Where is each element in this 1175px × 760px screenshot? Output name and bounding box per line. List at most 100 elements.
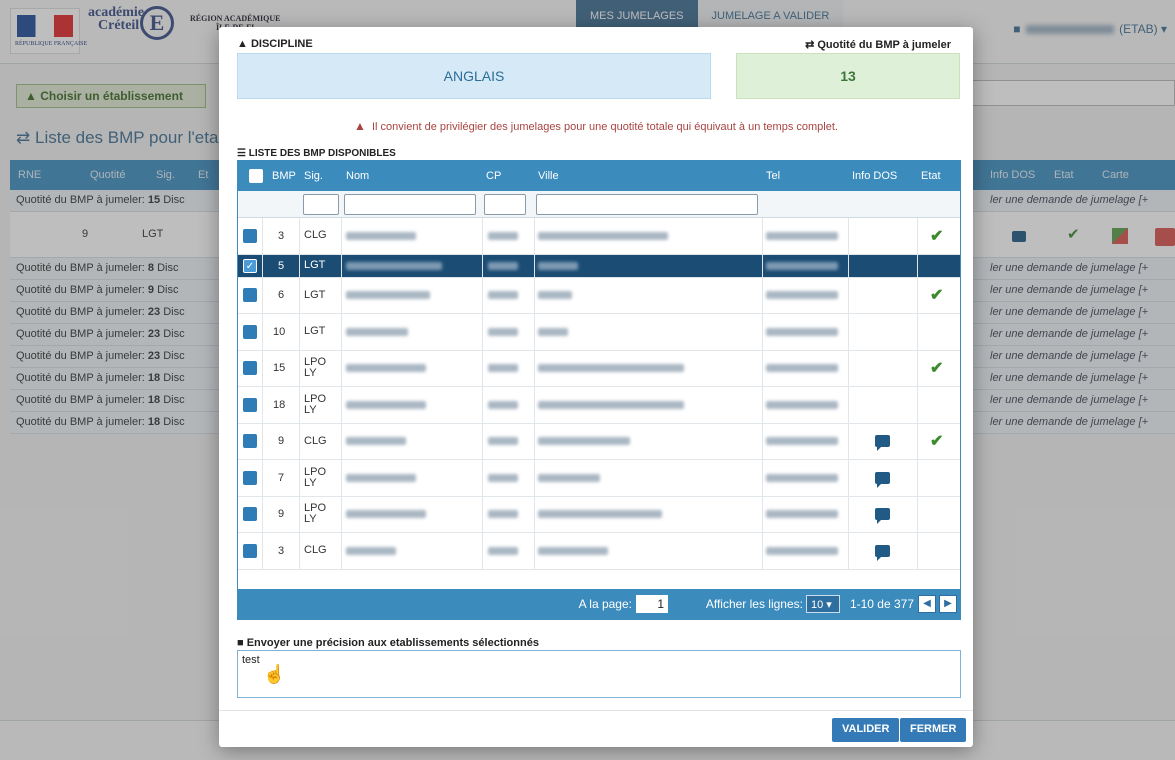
precision-textarea[interactable]: test — [237, 650, 961, 698]
rows-per-page-select[interactable]: 10 ▾ — [806, 595, 840, 613]
col-cp[interactable]: CP — [486, 170, 501, 182]
sig-cell: LPO LY — [304, 502, 327, 526]
nom-filter-input[interactable] — [344, 194, 476, 215]
cp-cell — [488, 497, 518, 533]
column-divider — [762, 533, 763, 569]
page-input[interactable]: 1 — [636, 595, 668, 613]
discipline-label: ▲ DISCIPLINE — [237, 38, 313, 50]
redacted-text — [538, 261, 578, 270]
column-divider — [299, 423, 300, 459]
sig-cell: LGT — [304, 325, 326, 338]
redacted-text — [538, 291, 572, 300]
redacted-text — [766, 291, 838, 300]
prev-page-button[interactable]: ◀ — [918, 595, 936, 613]
column-divider — [848, 218, 849, 254]
row-checkbox[interactable] — [243, 288, 257, 303]
col-tel[interactable]: Tel — [766, 170, 780, 182]
redacted-text — [766, 473, 838, 482]
chat-icon[interactable] — [875, 471, 890, 488]
ville-filter-input[interactable] — [536, 194, 758, 215]
column-divider — [534, 350, 535, 386]
redacted-text — [488, 473, 518, 482]
column-divider — [262, 533, 263, 569]
column-divider — [534, 314, 535, 350]
validate-button[interactable]: VALIDER — [832, 718, 900, 742]
checkbox-cell[interactable] — [243, 533, 257, 569]
next-page-button[interactable]: ▶ — [939, 595, 957, 613]
checkbox-cell[interactable] — [243, 351, 257, 387]
graduation-cap-icon: ▲ — [237, 38, 248, 50]
info-dos-cell[interactable] — [875, 497, 890, 533]
column-divider — [482, 218, 483, 254]
bmp-grid: BMP Sig. Nom CP Ville Tel Info DOS Etat … — [237, 160, 961, 620]
grid-filter-row — [238, 191, 960, 218]
bmp-row[interactable]: 9 CLG ✔ — [238, 423, 960, 460]
redacted-text — [488, 437, 518, 446]
column-divider — [848, 254, 849, 277]
bmp-row[interactable]: 15 LPO LY ✔ — [238, 350, 960, 387]
bmp-row[interactable]: 7 LPO LY — [238, 460, 960, 497]
checkbox-cell[interactable] — [243, 424, 257, 460]
checkbox-cell[interactable] — [243, 497, 257, 533]
bmp-row[interactable]: 3 CLG — [238, 533, 960, 570]
hand-pointer-cursor: ☝ — [263, 664, 286, 684]
bmp-cell: 9 — [278, 508, 285, 521]
info-dos-cell[interactable] — [875, 460, 890, 496]
bmp-row[interactable]: ✓ 5 LGT — [238, 254, 960, 278]
bmp-cell: 10 — [273, 325, 286, 338]
checkbox-cell[interactable] — [243, 314, 257, 350]
nom-cell — [346, 460, 416, 496]
row-checkbox[interactable] — [243, 397, 257, 412]
select-all-checkbox[interactable] — [249, 169, 263, 183]
redacted-text — [538, 231, 668, 240]
col-info-dos[interactable]: Info DOS — [852, 170, 897, 182]
sig-filter-input[interactable] — [303, 194, 339, 215]
row-checkbox[interactable] — [243, 324, 257, 339]
redacted-text — [346, 510, 426, 519]
col-ville[interactable]: Ville — [538, 170, 559, 182]
info-dos-cell[interactable] — [875, 424, 890, 460]
col-sig[interactable]: Sig. — [304, 170, 323, 182]
col-bmp[interactable]: BMP — [272, 170, 296, 182]
etat-cell: ✔ — [930, 424, 943, 460]
checkbox-cell[interactable] — [243, 460, 257, 496]
row-checkbox[interactable] — [243, 228, 257, 243]
chat-icon[interactable] — [875, 435, 890, 452]
etat-cell: ✔ — [930, 351, 943, 387]
close-button[interactable]: FERMER — [900, 718, 967, 742]
chat-icon[interactable] — [875, 508, 890, 525]
bmp-row[interactable]: 6 LGT ✔ — [238, 277, 960, 314]
row-checkbox[interactable] — [243, 434, 257, 449]
bmp-row[interactable]: 3 CLG ✔ — [238, 218, 960, 255]
bmp-row[interactable]: 9 LPO LY — [238, 496, 960, 533]
column-divider — [917, 218, 918, 254]
cp-filter-input[interactable] — [484, 194, 526, 215]
checkbox-cell[interactable] — [243, 387, 257, 423]
sig-cell: CLG — [304, 229, 327, 242]
column-divider — [917, 254, 918, 277]
checkbox-cell[interactable] — [243, 218, 257, 254]
nom-cell — [346, 351, 426, 387]
row-checkbox[interactable]: ✓ — [243, 258, 257, 273]
row-checkbox[interactable] — [243, 507, 257, 522]
bmp-cell: 5 — [278, 259, 285, 272]
bmp-row[interactable]: 10 LGT — [238, 314, 960, 351]
column-divider — [262, 350, 263, 386]
bmp-row[interactable]: 18 LPO LY — [238, 387, 960, 424]
info-dos-cell[interactable] — [875, 533, 890, 569]
cp-cell — [488, 255, 518, 277]
page-range: 1-10 de 377 — [849, 597, 914, 611]
row-checkbox[interactable] — [243, 470, 257, 485]
col-etat[interactable]: Etat — [921, 170, 941, 182]
row-checkbox[interactable] — [243, 543, 257, 558]
col-nom[interactable]: Nom — [346, 170, 369, 182]
row-checkbox[interactable] — [243, 361, 257, 376]
check-icon: ✔ — [930, 227, 944, 245]
checkbox-cell[interactable]: ✓ — [243, 255, 257, 277]
column-divider — [262, 460, 263, 496]
checkbox-cell[interactable] — [243, 278, 257, 314]
redacted-text — [766, 231, 838, 240]
ville-cell — [538, 533, 608, 569]
grid-pager: A la page: 1 Afficher les lignes: 10 ▾ 1… — [238, 589, 960, 619]
chat-icon[interactable] — [875, 544, 890, 561]
